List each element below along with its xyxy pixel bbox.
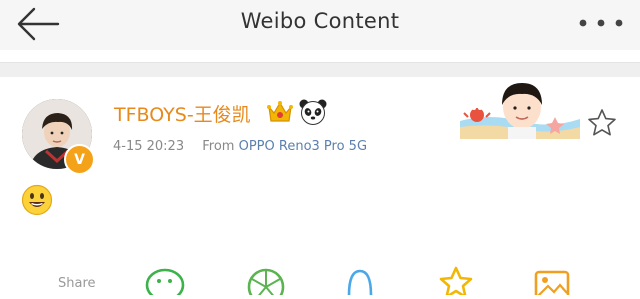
star-outline-icon: [588, 109, 616, 136]
more-button[interactable]: [576, 12, 626, 34]
smiley-emoji: [21, 184, 53, 216]
share-qq-button[interactable]: [338, 265, 382, 296]
qq-icon: [347, 269, 373, 296]
profile-decoration-banner: [460, 83, 580, 139]
share-album-button[interactable]: [530, 265, 574, 299]
top-nav-bar: Weibo Content: [0, 0, 640, 50]
post-meta: 4-15 20:23 From OPPO Reno3 Pro 5G: [113, 139, 367, 154]
source-device-link[interactable]: OPPO Reno3 Pro 5G: [239, 139, 367, 154]
weibo-post: V TFBOYS-王俊凯 4-15 20:23 From OPPO Reno3 …: [0, 77, 640, 299]
share-moments-button[interactable]: [244, 265, 288, 299]
more-dots-icon: [579, 19, 623, 27]
verified-badge: V: [64, 144, 95, 175]
share-label: Share: [58, 276, 96, 291]
crown-icon: [267, 101, 293, 122]
author-name[interactable]: TFBOYS-王俊凯: [114, 100, 251, 127]
page-title: Weibo Content: [240, 9, 400, 33]
share-favorites-button[interactable]: [434, 265, 478, 299]
post-timestamp: 4-15 20:23: [113, 139, 185, 154]
section-divider: [0, 62, 640, 77]
moments-icon: [247, 268, 285, 299]
favorite-button[interactable]: [586, 107, 618, 139]
album-icon: [534, 270, 570, 299]
source-prefix: From: [202, 139, 235, 154]
panda-icon: [299, 99, 327, 125]
wechat-icon: [145, 268, 185, 299]
favorites-star-icon: [439, 266, 473, 299]
share-wechat-button[interactable]: [145, 265, 189, 299]
